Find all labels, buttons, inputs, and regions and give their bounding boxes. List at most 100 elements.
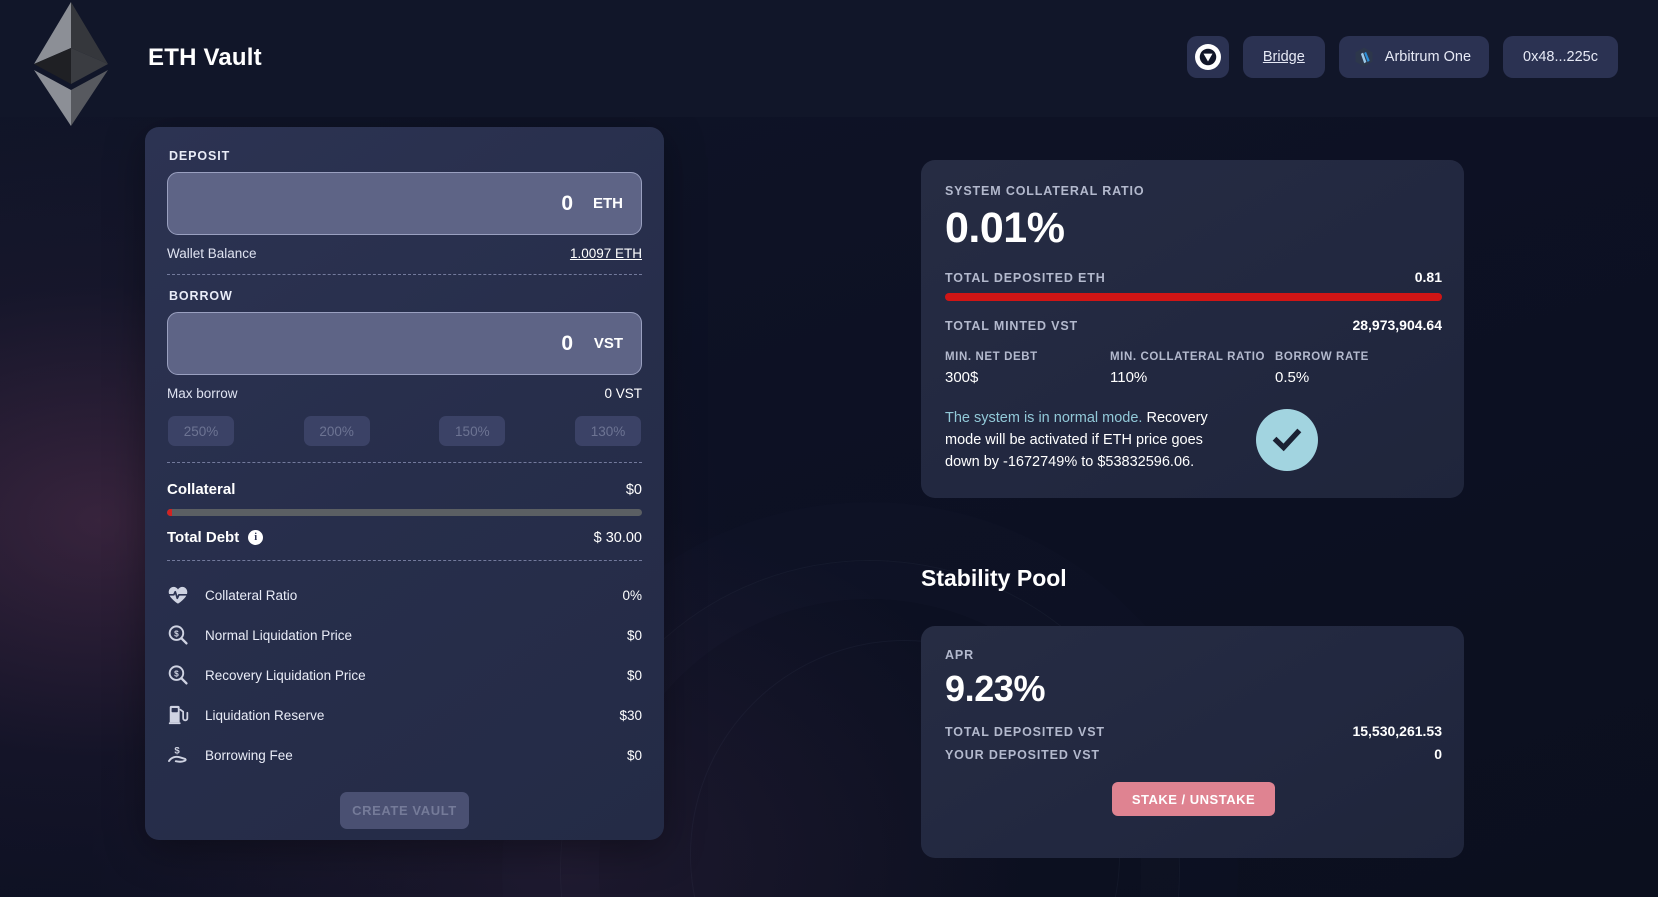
borrow-input[interactable]: 0 VST — [167, 312, 642, 375]
system-mode-highlight: The system is in normal mode. — [945, 410, 1143, 426]
arbitrum-icon — [1353, 46, 1375, 68]
total-minted-vst-value: 28,973,904.64 — [1352, 317, 1442, 333]
vesta-logo-icon — [1194, 44, 1221, 70]
min-collateral-ratio-value: 110% — [1110, 369, 1148, 386]
min-net-debt-metric: MIN. NET DEBT 300$ — [945, 351, 1110, 386]
stat-label: Normal Liquidation Price — [205, 627, 353, 643]
min-collateral-ratio-label: MIN. COLLATERAL RATIO — [1110, 351, 1266, 363]
heartbeat-icon — [167, 584, 195, 606]
overview-panel: SYSTEM COLLATERAL RATIO 0.01% TOTAL DEPO… — [921, 160, 1464, 498]
divider — [167, 274, 642, 275]
stat-row-borrowing-fee: $ Borrowing Fee $0 — [167, 735, 642, 775]
borrow-unit-label: VST — [593, 335, 623, 352]
ratio-preset-130[interactable]: 130% — [574, 416, 641, 446]
borrow-amount-value: 0 — [561, 331, 573, 355]
bridge-label: Bridge — [1262, 49, 1305, 65]
stat-value: $0 — [626, 747, 642, 763]
total-deposited-eth-row: TOTAL DEPOSITED ETH 0.81 — [945, 269, 1442, 285]
total-deposited-vst-value: 15,530,261.53 — [1352, 723, 1442, 739]
page-title: ETH Vault — [148, 44, 262, 71]
your-deposited-vst-label: YOUR DEPOSITED VST — [945, 748, 1100, 762]
stat-label: Borrowing Fee — [205, 747, 293, 763]
network-selector-button[interactable]: Arbitrum One — [1338, 36, 1490, 78]
create-vault-button[interactable]: CREATE VAULT — [340, 792, 469, 829]
system-mode-row: The system is in normal mode. Recovery m… — [945, 407, 1442, 473]
vesta-logo-button[interactable] — [1186, 36, 1229, 78]
stability-pool-title: Stability Pool — [921, 565, 1067, 591]
wallet-balance-row: Wallet Balance 1.0097 ETH — [167, 246, 642, 261]
your-deposited-vst-value: 0 — [1434, 746, 1442, 762]
network-label: Arbitrum One — [1384, 49, 1472, 65]
collateral-progress-bar — [167, 509, 642, 516]
min-collateral-ratio-metric: MIN. COLLATERAL RATIO 110% — [1110, 351, 1275, 386]
total-deposited-vst-row: TOTAL DEPOSITED VST 15,530,261.53 — [945, 723, 1442, 739]
stat-value: $30 — [619, 707, 642, 723]
max-borrow-value: 0 VST — [604, 386, 642, 401]
stat-row-normal-liquidation-price: $ Normal Liquidation Price $0 — [167, 615, 642, 655]
total-deposited-eth-label: TOTAL DEPOSITED ETH — [945, 271, 1106, 285]
total-minted-vst-label: TOTAL MINTED VST — [945, 319, 1079, 333]
collateral-label: Collateral — [167, 481, 236, 498]
borrow-label: BORROW — [169, 289, 233, 303]
vault-stats-list: Collateral Ratio 0% $ Normal Liquidation… — [167, 575, 642, 775]
overview-metrics-row: MIN. NET DEBT 300$ MIN. COLLATERAL RATIO… — [945, 351, 1442, 386]
system-collateral-ratio-value: 0.01% — [945, 204, 1065, 252]
your-deposited-vst-row: YOUR DEPOSITED VST 0 — [945, 746, 1442, 762]
divider — [167, 462, 642, 463]
total-minted-vst-row: TOTAL MINTED VST 28,973,904.64 — [945, 317, 1442, 333]
vesta-vault-app: ETH Vault Bridge Arbitrum One 0x48...225… — [0, 0, 1658, 897]
stake-unstake-button[interactable]: STAKE / UNSTAKE — [1111, 782, 1276, 816]
stability-pool-panel: APR 9.23% TOTAL DEPOSITED VST 15,530,261… — [921, 626, 1464, 858]
info-icon[interactable]: i — [248, 530, 264, 545]
wallet-balance-label: Wallet Balance — [167, 246, 257, 261]
wallet-balance-value[interactable]: 1.0097 ETH — [570, 246, 642, 261]
divider — [167, 560, 642, 561]
svg-text:$: $ — [174, 629, 179, 638]
borrow-rate-label: BORROW RATE — [1275, 351, 1369, 363]
deposit-unit-label: ETH — [593, 195, 623, 212]
stat-label: Recovery Liquidation Price — [205, 667, 366, 683]
ratio-preset-row: 250% 200% 150% 130% — [167, 416, 642, 446]
ethereum-diamond-icon — [28, 0, 114, 128]
deposit-amount-value: 0 — [561, 191, 573, 215]
create-vault-row: CREATE VAULT — [167, 792, 642, 829]
stat-value: 0% — [622, 587, 642, 603]
total-deposited-vst-label: TOTAL DEPOSITED VST — [945, 725, 1105, 739]
system-mode-message: The system is in normal mode. Recovery m… — [945, 407, 1240, 473]
price-search-icon: $ — [167, 624, 195, 646]
ratio-preset-250[interactable]: 250% — [168, 416, 234, 446]
borrow-rate-value: 0.5% — [1275, 369, 1310, 386]
header-actions: Bridge Arbitrum One 0x48...225c — [1186, 36, 1618, 78]
apr-label: APR — [945, 648, 974, 662]
check-circle-icon — [1256, 409, 1318, 471]
vault-form-card: DEPOSIT 0 ETH Wallet Balance 1.0097 ETH … — [145, 127, 664, 840]
deposit-input[interactable]: 0 ETH — [167, 172, 642, 235]
ratio-preset-200[interactable]: 200% — [303, 416, 370, 446]
min-net-debt-value: 300$ — [945, 369, 979, 386]
deposit-label: DEPOSIT — [169, 149, 231, 163]
total-debt-value: $ 30.00 — [593, 529, 642, 546]
system-collateral-ratio-label: SYSTEM COLLATERAL RATIO — [945, 184, 1145, 198]
svg-text:$: $ — [174, 745, 180, 756]
wallet-address-label: 0x48...225c — [1523, 49, 1598, 65]
bridge-button[interactable]: Bridge — [1242, 36, 1325, 78]
max-borrow-row: Max borrow 0 VST — [167, 386, 642, 401]
svg-text:$: $ — [174, 669, 179, 678]
min-net-debt-label: MIN. NET DEBT — [945, 351, 1038, 363]
stake-button-row: STAKE / UNSTAKE — [945, 782, 1442, 816]
total-debt-row: Total Debt i $ 30.00 — [167, 529, 642, 546]
stat-value: $0 — [626, 627, 642, 643]
borrow-rate-metric: BORROW RATE 0.5% — [1275, 351, 1425, 386]
stat-row-recovery-liquidation-price: $ Recovery Liquidation Price $0 — [167, 655, 642, 695]
stat-value: $0 — [626, 667, 642, 683]
collateral-value: $0 — [625, 481, 642, 498]
stat-label: Collateral Ratio — [205, 587, 298, 603]
total-deposited-eth-value: 0.81 — [1414, 269, 1442, 285]
app-header: ETH Vault Bridge Arbitrum One 0x48...225… — [0, 0, 1658, 117]
ratio-preset-150[interactable]: 150% — [439, 416, 506, 446]
stat-row-collateral-ratio: Collateral Ratio 0% — [167, 575, 642, 615]
apr-value: 9.23% — [945, 668, 1046, 709]
max-borrow-label: Max borrow — [167, 386, 238, 401]
collateral-row: Collateral $0 — [167, 481, 642, 498]
wallet-address-button[interactable]: 0x48...225c — [1503, 36, 1618, 78]
